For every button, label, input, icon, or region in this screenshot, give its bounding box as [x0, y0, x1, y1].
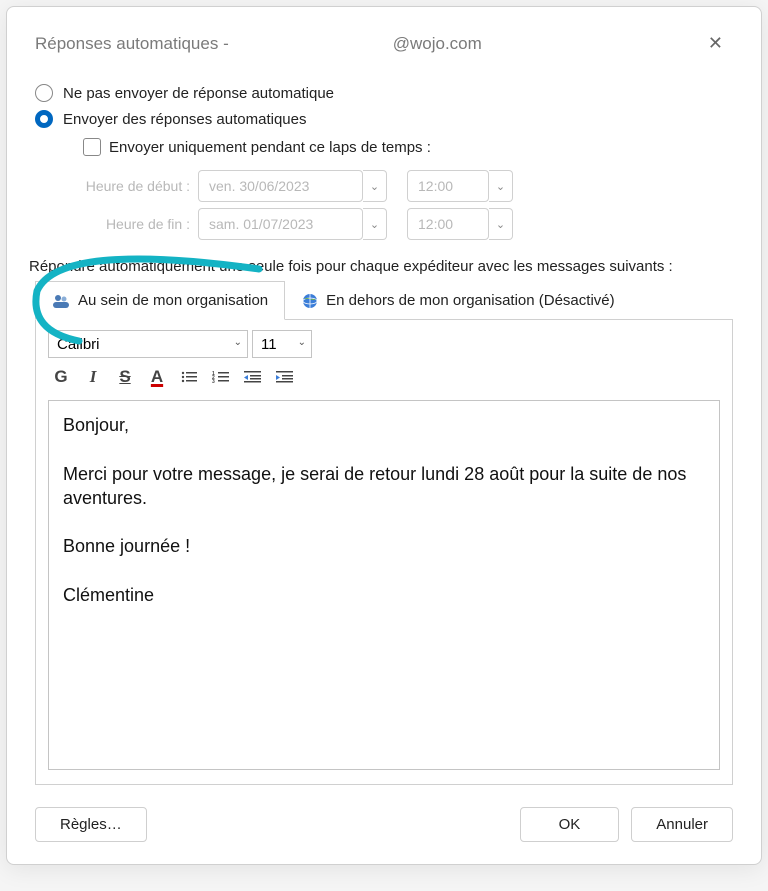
radio-dont-send[interactable]: Ne pas envoyer de réponse automatique — [35, 84, 733, 102]
checkbox-timerange[interactable]: Envoyer uniquement pendant ce laps de te… — [83, 138, 733, 156]
radio-send-label: Envoyer des réponses automatiques — [63, 111, 306, 128]
font-color-button[interactable]: A — [144, 366, 170, 388]
tab-inside-label: Au sein de mon organisation — [78, 292, 268, 309]
underline-button[interactable]: S — [112, 366, 138, 388]
chevron-down-icon: ⌄ — [298, 337, 306, 348]
title-prefix: Réponses automatiques - — [35, 34, 229, 54]
font-size-value: 11 — [261, 336, 277, 353]
numbered-list-button[interactable]: 123 — [208, 366, 234, 388]
end-time-field[interactable]: 12:00 — [407, 208, 489, 240]
title-suffix: @wojo.com — [393, 34, 482, 54]
format-toolbar: G I S A 123 — [48, 366, 720, 388]
rules-button[interactable]: Règles… — [35, 807, 147, 842]
start-time-label: Heure de début : — [83, 178, 198, 194]
send-options: Envoyer uniquement pendant ce laps de te… — [83, 138, 733, 240]
close-icon[interactable]: ✕ — [698, 29, 733, 58]
checkbox-icon — [83, 138, 101, 156]
italic-button[interactable]: I — [80, 366, 106, 388]
font-controls: Calibri ⌄ 11 ⌄ — [48, 330, 720, 358]
font-family-value: Calibri — [57, 336, 100, 353]
tab-outside-label: En dehors de mon organisation (Désactivé… — [326, 292, 615, 309]
radio-send[interactable]: Envoyer des réponses automatiques — [35, 110, 733, 128]
dialog-title: Réponses automatiques - @wojo.com — [35, 34, 482, 54]
message-editor: Calibri ⌄ 11 ⌄ G I S A 123 — [35, 319, 733, 785]
cancel-button[interactable]: Annuler — [631, 807, 733, 842]
globe-icon — [302, 293, 318, 309]
outdent-button[interactable] — [240, 366, 266, 388]
end-time-label: Heure de fin : — [83, 216, 198, 232]
start-time-field[interactable]: 12:00 — [407, 170, 489, 202]
dialog-footer: Règles… OK Annuler — [35, 807, 733, 842]
checkbox-timerange-label: Envoyer uniquement pendant ce laps de te… — [109, 139, 431, 156]
tab-inside-org[interactable]: Au sein de mon organisation — [35, 281, 285, 320]
bullet-list-button[interactable] — [176, 366, 202, 388]
bold-button[interactable]: G — [48, 366, 74, 388]
section-label: Répondre automatiquement une seule fois … — [29, 258, 733, 275]
start-time-row: Heure de début : ven. 30/06/2023 ⌄ 12:00… — [83, 170, 733, 202]
chevron-down-icon[interactable]: ⌄ — [489, 208, 513, 240]
end-date-field[interactable]: sam. 01/07/2023 — [198, 208, 363, 240]
people-icon — [52, 293, 70, 309]
chevron-down-icon[interactable]: ⌄ — [363, 208, 387, 240]
svg-text:3: 3 — [212, 379, 215, 384]
autoreply-dialog: Réponses automatiques - @wojo.com ✕ Ne p… — [6, 6, 762, 865]
font-size-select[interactable]: 11 ⌄ — [252, 330, 312, 358]
start-date-field[interactable]: ven. 30/06/2023 — [198, 170, 363, 202]
chevron-down-icon: ⌄ — [234, 337, 242, 348]
radio-dont-send-label: Ne pas envoyer de réponse automatique — [63, 85, 334, 102]
org-tabs: Au sein de mon organisation En dehors de… — [35, 281, 733, 320]
font-family-select[interactable]: Calibri ⌄ — [48, 330, 248, 358]
tab-outside-org[interactable]: En dehors de mon organisation (Désactivé… — [285, 281, 632, 320]
indent-button[interactable] — [272, 366, 298, 388]
radio-checked-icon — [35, 110, 53, 128]
ok-button[interactable]: OK — [520, 807, 620, 842]
message-textarea[interactable]: Bonjour, Merci pour votre message, je se… — [48, 400, 720, 770]
chevron-down-icon[interactable]: ⌄ — [489, 170, 513, 202]
end-time-row: Heure de fin : sam. 01/07/2023 ⌄ 12:00 ⌄ — [83, 208, 733, 240]
chevron-down-icon[interactable]: ⌄ — [363, 170, 387, 202]
radio-unchecked-icon — [35, 84, 53, 102]
titlebar: Réponses automatiques - @wojo.com ✕ — [35, 25, 733, 58]
